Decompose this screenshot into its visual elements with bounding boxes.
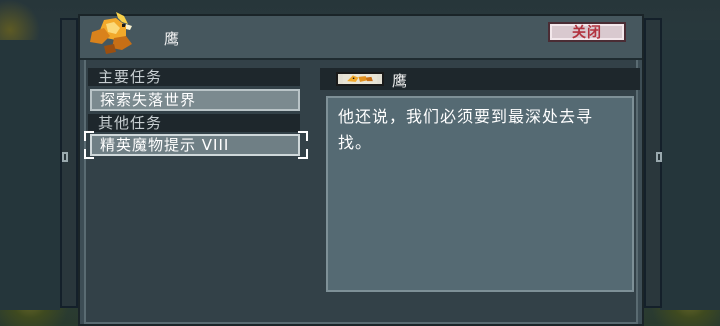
rail-bracket-right bbox=[656, 152, 662, 162]
quest-item-elite-monster-hint[interactable]: 精英魔物提示 VIII bbox=[90, 134, 300, 156]
detail-npc-name: 鹰 bbox=[392, 72, 409, 90]
other-quests-header: 其他任务 bbox=[88, 114, 300, 132]
close-button[interactable]: 关闭 bbox=[548, 22, 626, 42]
quest-item-explore-lost-world[interactable]: 探索失落世界 bbox=[90, 89, 300, 111]
panel-left-rail bbox=[60, 18, 78, 308]
background-wall-right bbox=[660, 40, 720, 310]
selection-bracket-tr bbox=[298, 131, 308, 141]
rail-bracket-left bbox=[62, 152, 68, 162]
selection-bracket-tl bbox=[84, 131, 94, 141]
panel-right-rail bbox=[644, 18, 662, 308]
selection-bracket-bl bbox=[84, 149, 94, 159]
dialog-title: 鹰 bbox=[164, 30, 181, 48]
background-wall-left bbox=[0, 40, 60, 310]
eagle-icon bbox=[90, 12, 132, 54]
main-quests-header: 主要任务 bbox=[88, 68, 300, 86]
selection-bracket-br bbox=[298, 149, 308, 159]
detail-text: 他还说，我们必须要到最深处去寻找。 bbox=[338, 107, 594, 152]
eagle-portrait-icon bbox=[336, 72, 384, 86]
